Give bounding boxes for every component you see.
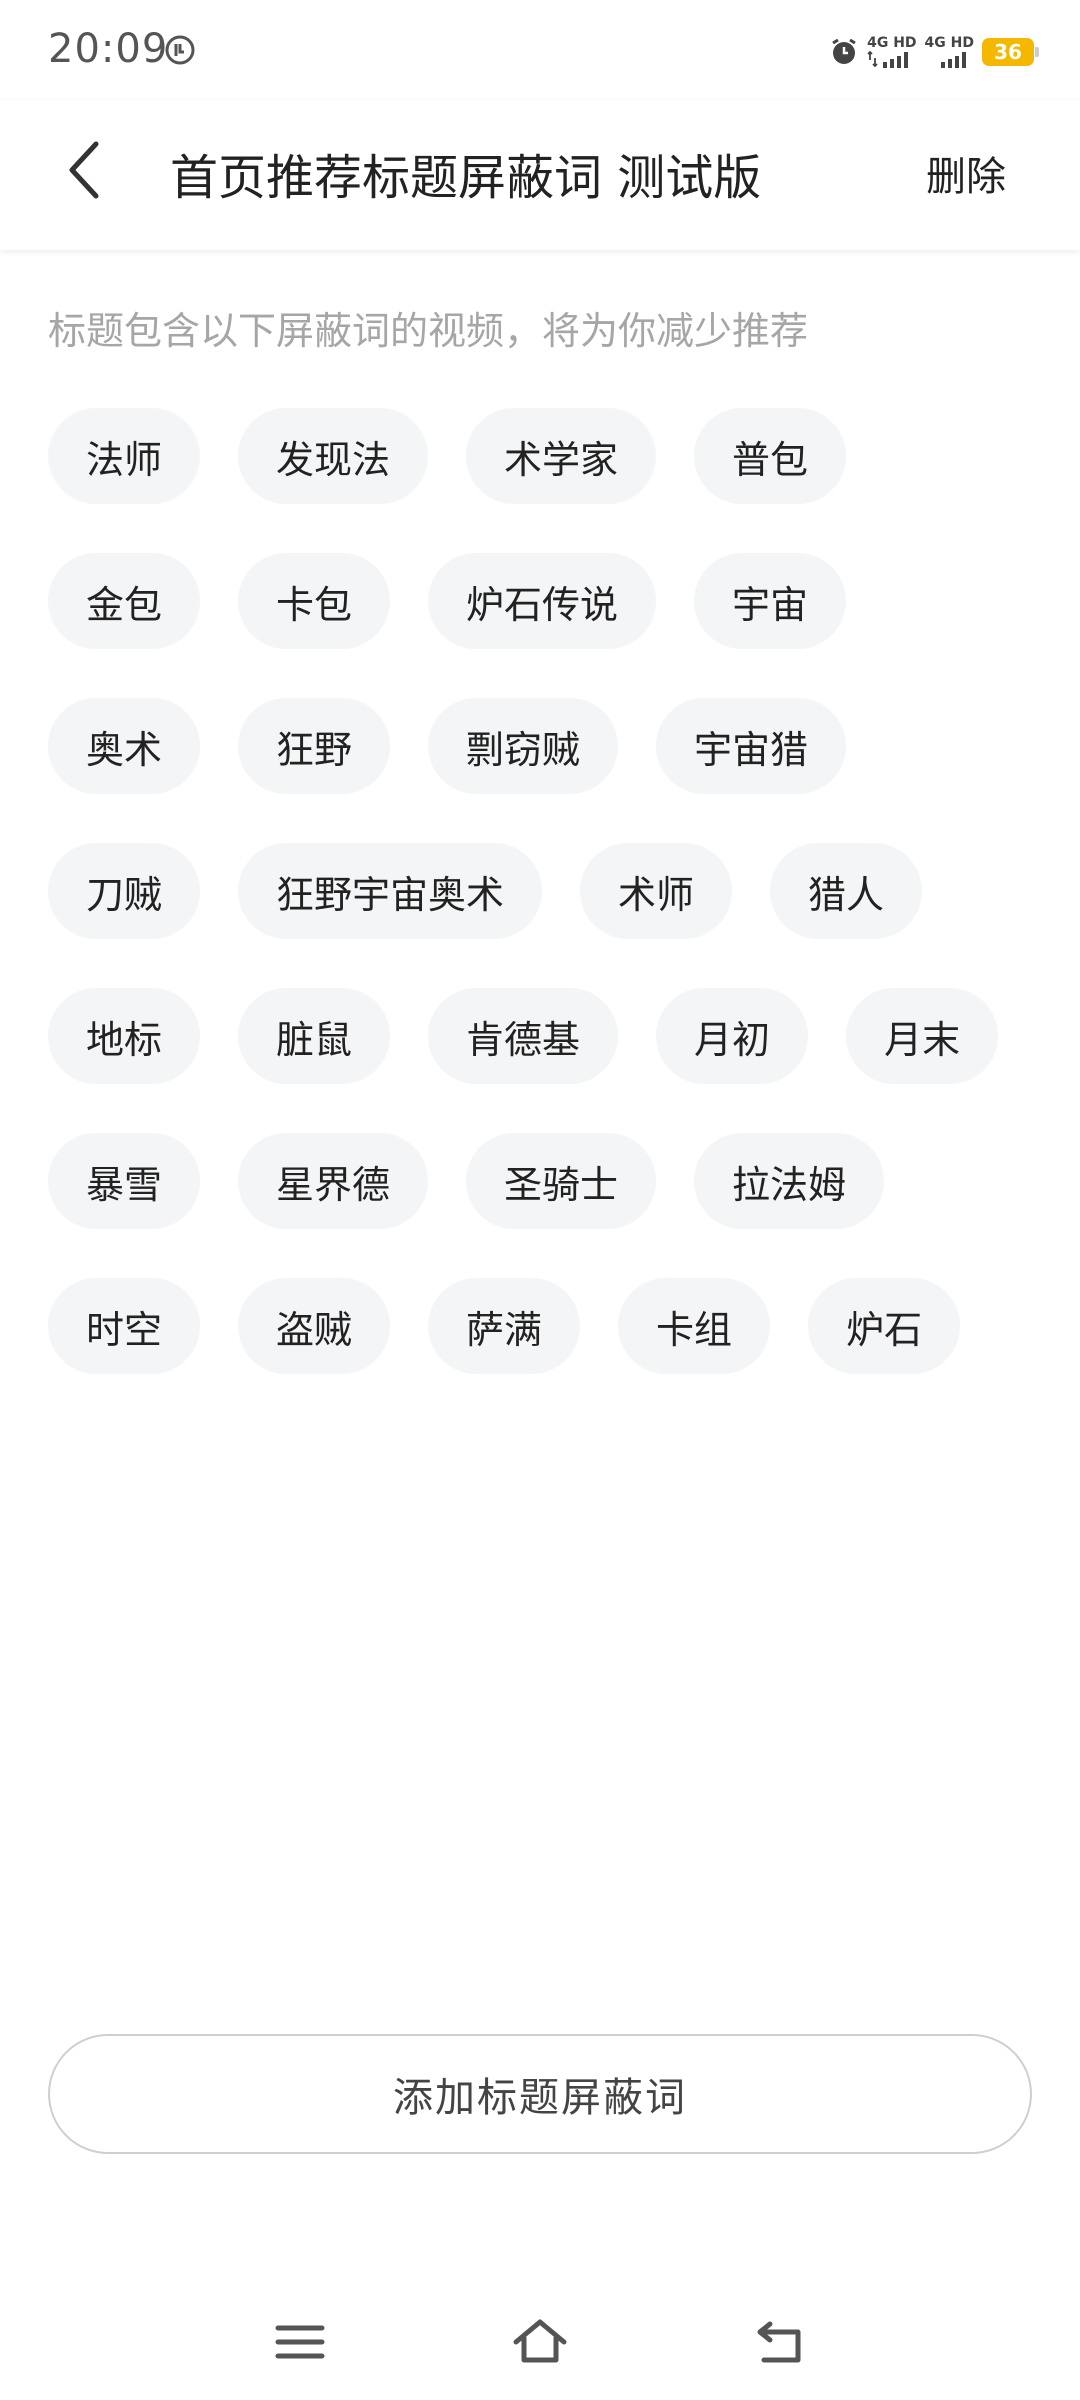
description-text: 标题包含以下屏蔽词的视频，将为你减少推荐	[48, 309, 809, 353]
blocked-word-tag[interactable]: 狂野宇宙奥术	[238, 843, 543, 939]
blocked-word-tag[interactable]: 月初	[656, 988, 809, 1084]
back-arrow-icon[interactable]	[750, 2312, 810, 2372]
header: 首页推荐标题屏蔽词 测试版 删除	[0, 100, 1080, 250]
signal-bars-icon	[940, 52, 966, 68]
blocked-word-tag[interactable]: 萨满	[428, 1278, 581, 1374]
blocked-word-tag[interactable]: 地标	[48, 988, 201, 1084]
menu-icon[interactable]	[270, 2312, 330, 2372]
tag-row: 奥术 狂野 剽窃贼 宇宙猎	[48, 698, 1048, 794]
blocked-word-tag[interactable]: 宇宙猎	[656, 698, 847, 794]
blocked-word-tag[interactable]: 普包	[694, 408, 847, 504]
blocked-word-tag[interactable]: 发现法	[238, 408, 429, 504]
blocked-word-tag[interactable]: 炉石	[808, 1278, 961, 1374]
add-blocked-word-button[interactable]: 添加标题屏蔽词	[48, 2034, 1032, 2154]
blocked-word-tag[interactable]: 术师	[580, 843, 733, 939]
tag-row: 地标 脏鼠 肯德基 月初 月末	[48, 988, 1048, 1084]
alarm-icon	[832, 38, 856, 64]
blocked-word-tag[interactable]: 卡组	[618, 1278, 771, 1374]
tag-row: 刀贼 狂野宇宙奥术 术师 猎人	[48, 843, 1048, 939]
signal-bars-icon	[867, 50, 909, 68]
chevron-left-icon[interactable]	[52, 130, 122, 210]
blocked-word-tag[interactable]: 脏鼠	[238, 988, 391, 1084]
blocked-word-tag[interactable]: 时空	[48, 1278, 201, 1374]
status-time: 20:09	[48, 26, 169, 72]
tag-row: 金包 卡包 炉石传说 宇宙	[48, 553, 1048, 649]
blocked-word-tag[interactable]: 星界德	[238, 1133, 429, 1229]
tag-row: 暴雪 星界德 圣骑士 拉法姆	[48, 1133, 1048, 1229]
blocked-word-tag[interactable]: 猎人	[770, 843, 923, 939]
blocked-word-tag[interactable]: 狂野	[238, 698, 391, 794]
blocked-word-tag[interactable]: 法师	[48, 408, 201, 504]
blocked-word-tag[interactable]: 剽窃贼	[428, 698, 619, 794]
app-notification-icon	[165, 35, 195, 65]
status-bar: 20:09 4G HD 4G HD 36	[0, 0, 1080, 100]
delete-button[interactable]: 删除	[926, 144, 1006, 202]
tag-row: 时空 盗贼 萨满 卡组 炉石	[48, 1278, 1048, 1374]
blocked-word-tag[interactable]: 盗贼	[238, 1278, 391, 1374]
blocked-words-list: 法师 发现法 术学家 普包 金包 卡包 炉石传说 宇宙 奥术 狂野 剽窃贼 宇宙…	[48, 408, 1048, 1423]
blocked-word-tag[interactable]: 宇宙	[694, 553, 847, 649]
blocked-word-tag[interactable]: 暴雪	[48, 1133, 201, 1229]
network-label-1: 4G HD	[867, 35, 917, 51]
blocked-word-tag[interactable]: 术学家	[466, 408, 657, 504]
tag-row: 法师 发现法 术学家 普包	[48, 408, 1048, 504]
blocked-word-tag[interactable]: 奥术	[48, 698, 201, 794]
blocked-word-tag[interactable]: 刀贼	[48, 843, 201, 939]
signal-1: 4G HD	[867, 35, 917, 68]
blocked-word-tag[interactable]: 炉石传说	[428, 553, 657, 649]
blocked-word-tag[interactable]: 卡包	[238, 553, 391, 649]
status-indicators: 4G HD 4G HD 36	[829, 30, 1039, 74]
home-icon[interactable]	[510, 2312, 570, 2372]
blocked-word-tag[interactable]: 圣骑士	[466, 1133, 657, 1229]
blocked-word-tag[interactable]: 金包	[48, 553, 201, 649]
battery-indicator: 36	[982, 38, 1039, 66]
blocked-word-tag[interactable]: 拉法姆	[694, 1133, 885, 1229]
system-nav-bar	[0, 2290, 1080, 2400]
blocked-word-tag[interactable]: 肯德基	[428, 988, 619, 1084]
signal-2: 4G HD	[925, 36, 974, 68]
network-label-2: 4G HD	[924, 35, 974, 51]
page-title: 首页推荐标题屏蔽词 测试版	[170, 150, 762, 206]
blocked-word-tag[interactable]: 月末	[846, 988, 999, 1084]
